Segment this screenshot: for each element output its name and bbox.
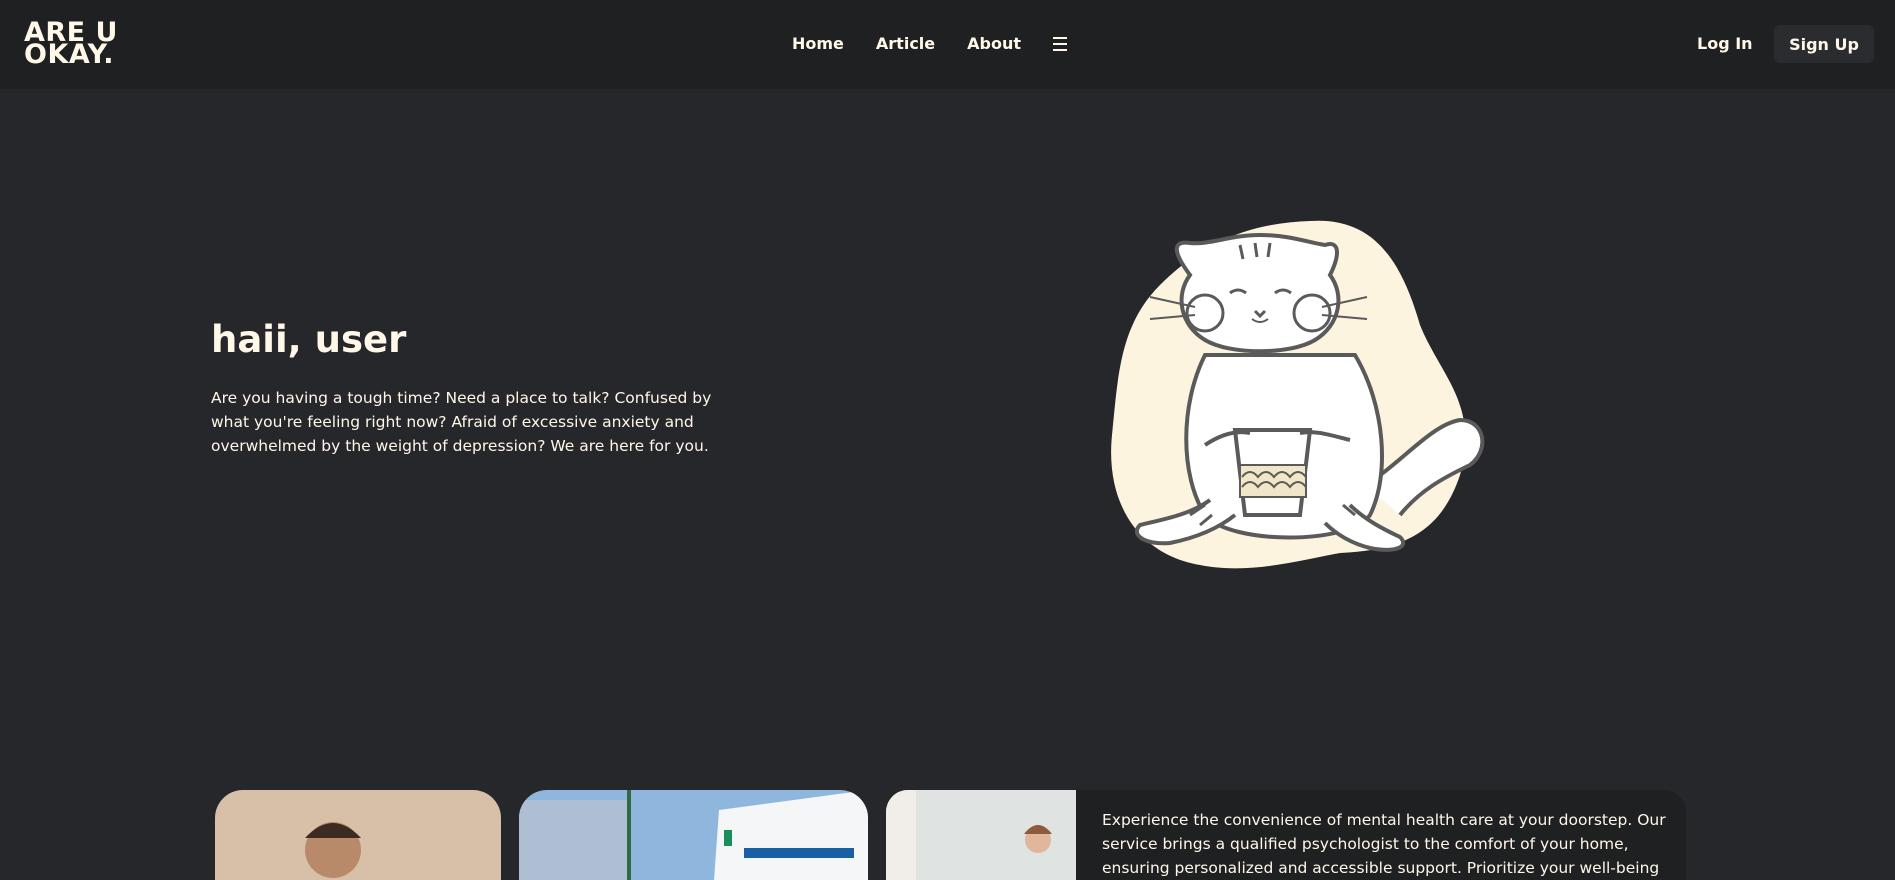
hero-title: haii, user xyxy=(211,318,407,361)
login-button[interactable]: Log In xyxy=(1697,34,1753,53)
main-menu: Home Article About xyxy=(792,34,1069,53)
photo-card-hospital[interactable] xyxy=(519,790,868,880)
service-description: Experience the convenience of mental hea… xyxy=(1102,811,1666,877)
hamburger-icon[interactable] xyxy=(1053,36,1069,51)
photo-woman xyxy=(886,790,1076,880)
photo-card-man[interactable] xyxy=(215,790,501,880)
hero-description: Are you having a tough time? Need a plac… xyxy=(211,389,712,455)
logo[interactable]: ARE U OKAY. xyxy=(24,19,118,70)
signup-button[interactable]: Sign Up xyxy=(1774,25,1874,63)
nav-article[interactable]: Article xyxy=(876,34,935,53)
logo-line-2: OKAY. xyxy=(24,39,115,70)
nav-about[interactable]: About xyxy=(967,34,1021,53)
top-navbar: ARE U OKAY. Home Article About Log In Si… xyxy=(0,0,1895,89)
home-service-card[interactable]: Experience the convenience of mental hea… xyxy=(886,790,1686,880)
cat-holding-cup-illustration xyxy=(1100,215,1490,575)
nav-home[interactable]: Home xyxy=(792,34,844,53)
